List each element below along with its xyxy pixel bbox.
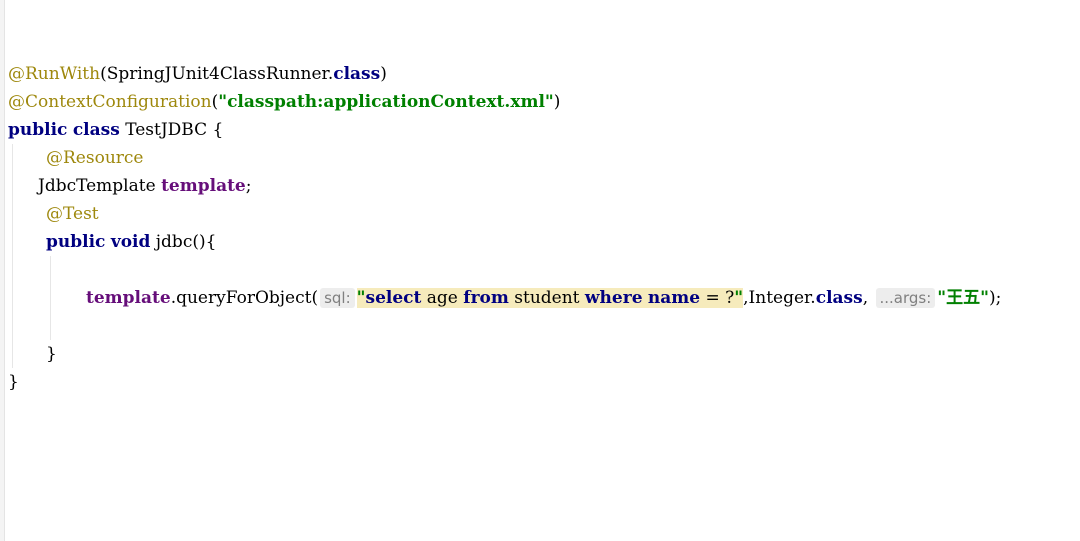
keyword: void — [110, 232, 151, 252]
code-line-2: @ContextConfiguration("classpath:applica… — [8, 88, 560, 116]
code-text: , — [862, 288, 869, 308]
code-line-5: JdbcTemplate template; — [38, 172, 251, 200]
keyword: class — [333, 64, 381, 84]
annotation: @ContextConfiguration — [8, 92, 212, 112]
code-line-8: template.queryForObject(sql: "select age … — [86, 284, 1001, 312]
keyword: public — [8, 120, 68, 140]
indent-guide — [50, 256, 51, 340]
code-text: ); — [989, 288, 1002, 308]
string-literal: "王五" — [937, 288, 990, 308]
code-text: ; — [245, 176, 252, 196]
code-text: ,Integer. — [743, 288, 816, 308]
code-text: ) — [380, 64, 387, 84]
sql-text: age — [421, 288, 464, 308]
annotation: @Resource — [46, 148, 144, 168]
type-name: JdbcTemplate — [38, 176, 156, 196]
keyword: class — [72, 120, 120, 140]
quote: " — [734, 288, 744, 308]
sql-text: student — [508, 288, 585, 308]
code-line-10: } — [8, 368, 19, 396]
parameter-hint: ...args: — [875, 288, 936, 308]
brace: } — [46, 344, 57, 364]
brace: } — [8, 372, 19, 392]
quote: " — [356, 288, 366, 308]
code-line-1: @RunWith(SpringJUnit4ClassRunner.class) — [8, 60, 387, 88]
brace: { — [212, 120, 224, 140]
code-line-7: public void jdbc(){ — [46, 228, 216, 256]
sql-keyword: select — [365, 288, 422, 308]
sql-keyword: name — [647, 288, 701, 308]
code-text: (SpringJUnit4ClassRunner. — [100, 64, 334, 84]
string-literal: "classpath:applicationContext.xml" — [218, 92, 554, 112]
indent-guide — [12, 144, 13, 368]
field-name: template — [86, 288, 171, 308]
code-line-3: public class TestJDBC { — [8, 116, 223, 144]
sql-string: "select age from student where name = ?" — [356, 288, 744, 308]
sql-text: = ? — [700, 288, 735, 308]
keyword: public — [46, 232, 106, 252]
method-name: jdbc(){ — [155, 232, 217, 252]
keyword: class — [815, 288, 863, 308]
parameter-hint: sql: — [320, 288, 355, 308]
annotation: @RunWith — [8, 64, 101, 84]
code-text: ) — [553, 92, 561, 112]
sql-keyword: where — [584, 288, 643, 308]
method-call: .queryForObject( — [170, 288, 319, 308]
sql-keyword: from — [463, 288, 509, 308]
annotation: @Test — [46, 204, 99, 224]
code-line-9: } — [46, 340, 57, 368]
class-name: TestJDBC — [125, 120, 208, 140]
code-line-4: @Resource — [46, 144, 143, 172]
field-name: template — [161, 176, 246, 196]
editor-gutter — [0, 0, 5, 541]
code-line-6: @Test — [46, 200, 99, 228]
